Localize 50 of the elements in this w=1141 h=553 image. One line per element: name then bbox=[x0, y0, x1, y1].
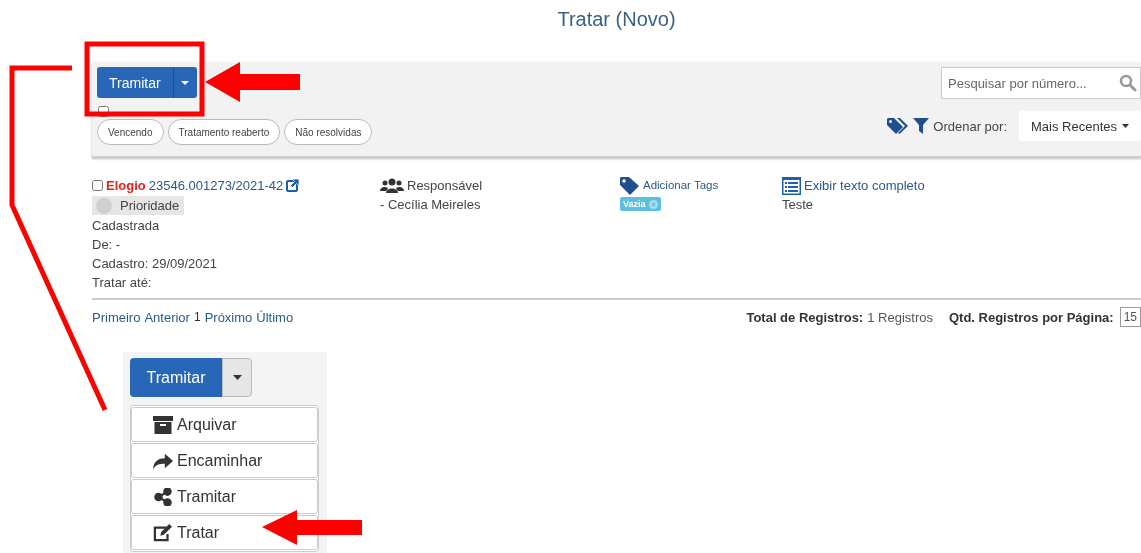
list-icon[interactable] bbox=[782, 176, 801, 195]
full-text-link[interactable]: Exibir texto completo bbox=[804, 176, 925, 195]
responsible-name: - Cecília Meireles bbox=[380, 196, 481, 214]
tag-icon[interactable] bbox=[620, 176, 640, 195]
menu-item[interactable]: Arquivar bbox=[131, 407, 318, 442]
share-icon bbox=[153, 487, 173, 506]
dropdown-toggle[interactable] bbox=[222, 358, 252, 397]
pagination-link[interactable]: Próximo bbox=[204, 309, 253, 325]
search-field[interactable]: Pesquisar por número... bbox=[941, 67, 1141, 99]
search-icon[interactable] bbox=[1119, 74, 1137, 92]
filter-icon[interactable] bbox=[913, 118, 930, 134]
curved-arrow-icon bbox=[153, 451, 173, 470]
edit-icon bbox=[153, 523, 173, 542]
tags-icon[interactable] bbox=[887, 118, 910, 134]
total-label: Total de Registros: bbox=[746, 309, 864, 325]
add-tags-link[interactable]: Adicionar Tags bbox=[643, 176, 719, 195]
caret-icon bbox=[232, 375, 242, 380]
sort-label: Ordenar por: bbox=[933, 118, 1007, 134]
record-detail: Tratar até: bbox=[92, 274, 152, 292]
menu-item[interactable]: Encaminhar bbox=[131, 443, 318, 478]
filter-chip[interactable]: Tratamento reaberto bbox=[167, 119, 281, 145]
per-page-label: Qtd. Registros por Página: bbox=[948, 309, 1114, 325]
tag-label: Vazia bbox=[620, 197, 661, 211]
caret-icon bbox=[1122, 124, 1129, 128]
archive-box-icon bbox=[153, 415, 173, 434]
record-detail: Cadastrada bbox=[92, 217, 160, 235]
record-text: Teste bbox=[782, 196, 814, 214]
sort-dropdown[interactable]: Mais Recentes bbox=[1019, 111, 1141, 141]
users-icon bbox=[380, 178, 404, 193]
filter-chip[interactable]: Vencendo bbox=[97, 119, 164, 145]
caret-icon bbox=[181, 80, 190, 85]
record-detail: Cadastro: 29/09/2021 bbox=[92, 255, 218, 273]
external-link-icon[interactable] bbox=[286, 179, 300, 192]
priority-badge: Prioridade bbox=[92, 196, 185, 215]
per-page-field[interactable]: 15 bbox=[1119, 307, 1141, 327]
tramitar-button[interactable]: Tramitar bbox=[130, 358, 222, 397]
total-value: 1 Registros bbox=[867, 309, 933, 325]
tramitar-button[interactable]: Tramitar bbox=[97, 67, 173, 98]
record-number-link[interactable]: 23546.001273/2021-42 bbox=[148, 176, 284, 195]
record-type: Elogio bbox=[106, 177, 146, 195]
page-title: Tratar (Novo) bbox=[557, 8, 676, 31]
pagination-link[interactable]: Primeiro bbox=[92, 309, 141, 325]
record-checkbox[interactable] bbox=[92, 180, 103, 191]
record-detail: De: - bbox=[92, 236, 121, 254]
dropdown-toggle[interactable] bbox=[172, 67, 197, 98]
responsible-label: Responsável bbox=[407, 177, 483, 195]
pagination-link[interactable]: Anterior bbox=[144, 309, 190, 325]
filter-chip[interactable]: Não resolvidas bbox=[284, 119, 373, 145]
menu-item[interactable]: Tramitar bbox=[131, 479, 318, 514]
pagination-link[interactable]: Último bbox=[256, 309, 294, 325]
